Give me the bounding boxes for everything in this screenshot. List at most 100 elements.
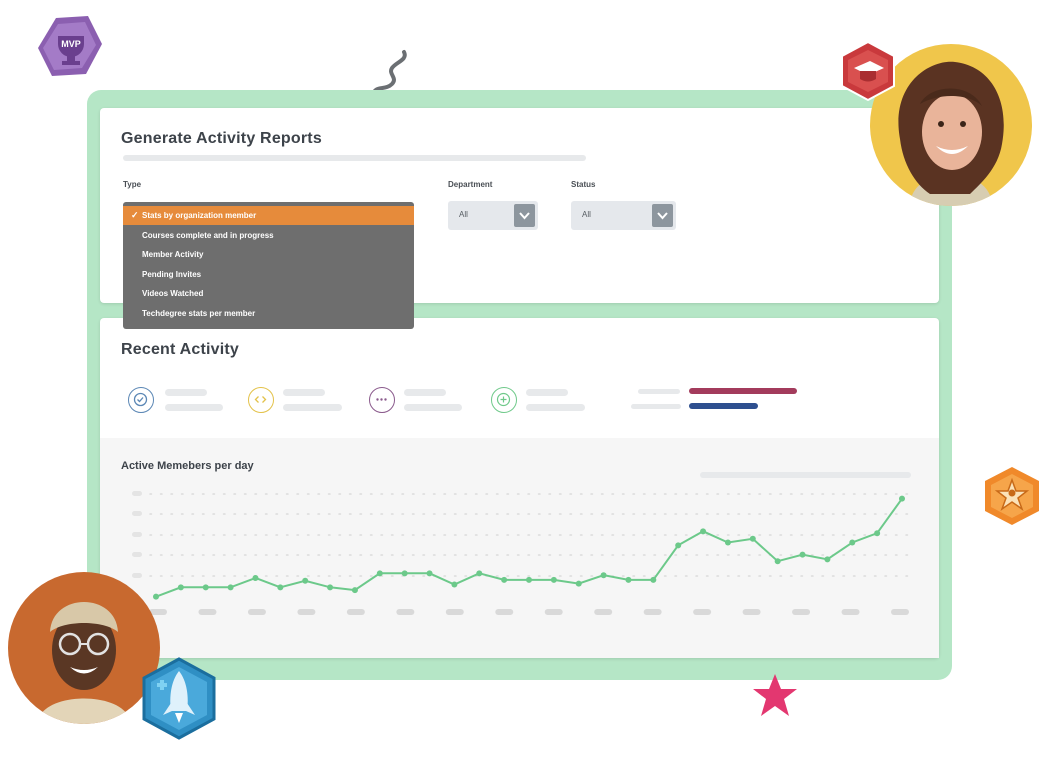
- type-option[interactable]: Member Activity: [123, 245, 414, 264]
- x-tick-placeholder: [643, 609, 662, 615]
- status-label: Status: [571, 180, 596, 189]
- y-tick-placeholder: [132, 491, 142, 496]
- data-point: [774, 558, 781, 565]
- x-tick-placeholder: [396, 609, 415, 615]
- data-point: [202, 584, 209, 591]
- data-point: [376, 570, 383, 577]
- status-select[interactable]: All: [571, 201, 676, 230]
- data-point: [700, 528, 707, 535]
- data-point: [451, 581, 458, 588]
- x-tick-placeholder: [198, 609, 217, 615]
- stat-placeholder: [165, 389, 207, 396]
- type-option-label: Videos Watched: [142, 289, 204, 298]
- type-option-label: Pending Invites: [142, 270, 202, 279]
- badge-icon: [128, 387, 154, 413]
- data-point: [675, 542, 682, 549]
- type-option[interactable]: Videos Watched: [123, 284, 414, 303]
- data-point: [724, 539, 731, 546]
- department-select[interactable]: All: [448, 201, 538, 230]
- data-point: [277, 584, 284, 591]
- data-point: [426, 570, 433, 577]
- data-point: [874, 530, 881, 537]
- x-tick-placeholder: [445, 609, 464, 615]
- department-select-value: All: [459, 210, 468, 219]
- x-tick-placeholder: [495, 609, 514, 615]
- legend-bar-blue: [689, 403, 758, 409]
- type-option-label: Member Activity: [142, 250, 204, 259]
- check-icon: ✓: [131, 210, 139, 220]
- y-tick-placeholder: [132, 532, 142, 537]
- data-point: [327, 584, 334, 591]
- x-tick-placeholder: [297, 609, 316, 615]
- data-point: [749, 535, 756, 542]
- stat-placeholder: [404, 404, 462, 411]
- data-point: [550, 576, 557, 583]
- type-dropdown[interactable]: ✓ Stats by organization member Courses com…: [123, 202, 414, 329]
- legend-bar-red: [689, 388, 797, 394]
- type-option-label: Stats by organization member: [142, 211, 257, 220]
- mvp-badge-icon: MVP: [36, 14, 104, 78]
- data-point: [177, 584, 184, 591]
- x-tick-placeholder: [544, 609, 563, 615]
- data-point: [849, 539, 856, 546]
- type-option[interactable]: Pending Invites: [123, 265, 414, 284]
- x-tick-placeholder: [346, 609, 365, 615]
- y-tick-placeholder: [132, 552, 142, 557]
- data-point: [824, 556, 831, 563]
- data-point: [575, 580, 582, 587]
- report-title: Generate Activity Reports: [121, 130, 322, 147]
- plus-icon: [491, 387, 517, 413]
- x-tick-placeholder: [742, 609, 761, 615]
- data-point: [351, 587, 358, 594]
- data-point: [302, 577, 309, 584]
- data-point: [526, 576, 532, 583]
- code-icon: [248, 387, 274, 413]
- data-point: [899, 495, 905, 502]
- title-underline: [123, 155, 586, 161]
- data-point: [401, 570, 408, 577]
- legend-placeholder: [638, 389, 680, 394]
- y-tick-placeholder: [132, 511, 142, 516]
- x-tick-placeholder: [792, 609, 811, 615]
- ellipsis-icon: [369, 387, 395, 413]
- x-tick-placeholder: [247, 609, 266, 615]
- data-point: [600, 572, 607, 579]
- type-option[interactable]: Techdegree stats per member: [123, 304, 414, 323]
- data-point: [476, 570, 483, 577]
- data-point: [501, 576, 508, 583]
- stat-placeholder: [165, 404, 223, 411]
- stat-placeholder: [404, 389, 446, 396]
- chevron-down-icon[interactable]: [652, 204, 673, 227]
- type-label: Type: [123, 180, 142, 189]
- type-option-label: Techdegree stats per member: [142, 309, 256, 318]
- stat-placeholder: [526, 389, 568, 396]
- stat-placeholder: [283, 389, 325, 396]
- data-point: [227, 584, 234, 591]
- stat-placeholder: [283, 404, 342, 411]
- data-point: [252, 575, 259, 581]
- type-option[interactable]: ✓ Stats by organization member: [123, 206, 414, 225]
- pink-star-icon: [750, 672, 800, 720]
- avatar-man: [8, 572, 160, 724]
- department-label: Department: [448, 180, 493, 189]
- mvp-badge-text: MVP: [61, 39, 81, 49]
- x-tick-placeholder: [891, 609, 909, 615]
- data-point: [650, 576, 657, 583]
- data-point: [153, 593, 159, 600]
- star-badge-icon: [982, 465, 1040, 527]
- active-members-chart: [132, 491, 911, 615]
- y-tick-placeholder: [132, 573, 142, 578]
- status-select-value: All: [582, 210, 591, 219]
- data-point: [625, 576, 632, 583]
- chevron-down-icon[interactable]: [514, 204, 535, 227]
- data-point: [799, 551, 806, 558]
- recent-activity-title: Recent Activity: [121, 341, 239, 358]
- graduation-badge-icon: [838, 40, 898, 102]
- legend-placeholder: [631, 404, 681, 409]
- rocket-badge-icon: [141, 657, 217, 741]
- type-option[interactable]: Courses complete and in progress: [123, 226, 414, 245]
- stat-placeholder: [526, 404, 585, 411]
- x-tick-placeholder: [693, 609, 712, 615]
- type-option-label: Courses complete and in progress: [142, 231, 274, 240]
- x-tick-placeholder: [841, 609, 860, 615]
